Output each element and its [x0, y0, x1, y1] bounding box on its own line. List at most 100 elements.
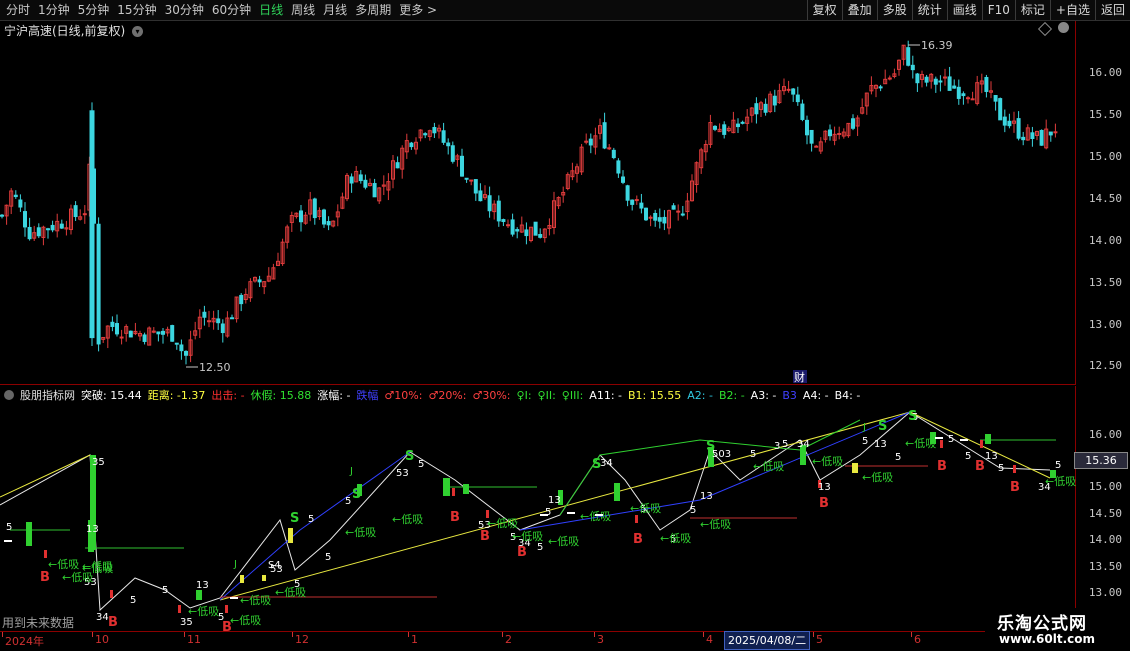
candle-body	[496, 200, 501, 222]
candle-body	[89, 110, 95, 339]
low-buy-label: ←低吸	[392, 513, 423, 526]
candle-body	[639, 202, 644, 209]
candle-body	[878, 86, 883, 89]
signal-number: 34	[797, 439, 810, 450]
low-buy-label: ←低吸	[487, 517, 518, 530]
red-marker	[225, 605, 228, 613]
candle-body	[46, 228, 50, 231]
watermark-site: 乐淘公式网	[997, 614, 1087, 634]
candle-body	[501, 219, 506, 223]
candle-body	[680, 213, 685, 216]
indicator-bar	[240, 575, 244, 583]
signal-number: 35	[92, 457, 105, 468]
low-buy-label: ←低吸	[700, 518, 731, 531]
candle-body	[634, 199, 639, 202]
indicator-y-tick: 14.50	[1088, 507, 1122, 520]
date-label: 5	[816, 633, 823, 646]
candle-body	[23, 211, 27, 228]
candle-body	[96, 223, 101, 345]
candle-body	[662, 216, 667, 224]
candle-body	[588, 138, 593, 146]
candle-body	[432, 127, 437, 134]
candle-body	[184, 350, 188, 356]
indicator-y-tick: 13.00	[1088, 586, 1122, 599]
signal-number: 5	[1055, 460, 1061, 471]
signal-number: 5	[895, 452, 901, 463]
signal-number: 34	[600, 458, 613, 469]
candle-body	[533, 221, 538, 236]
candle-body	[142, 334, 147, 342]
sell-signal: S	[592, 457, 601, 472]
main-y-tick: 12.50	[1088, 359, 1122, 372]
candle-body	[1021, 136, 1026, 141]
candle-body	[372, 183, 377, 198]
main-y-tick: 15.50	[1088, 108, 1122, 121]
buy-signal: B	[975, 459, 985, 474]
candle-body	[616, 160, 621, 174]
sell-signal: S	[405, 449, 414, 464]
candle-body	[450, 145, 455, 162]
signal-number: 5	[782, 439, 788, 450]
toolbar-button-8[interactable]: 返回	[1094, 0, 1130, 20]
candle-body	[648, 216, 653, 219]
indicator-bar	[463, 484, 469, 494]
low-buy-label: ←低吸	[48, 558, 79, 571]
signal-number: 5	[345, 496, 351, 507]
candle-body	[611, 149, 616, 159]
candle-body	[938, 80, 943, 83]
candle-body	[795, 94, 800, 103]
candle-body	[671, 205, 676, 210]
candle-body	[13, 194, 18, 198]
candle-body	[800, 103, 805, 120]
signal-number: 5	[537, 542, 543, 553]
candle-body	[469, 179, 474, 182]
candle-body	[18, 199, 23, 208]
low-buy-label: ←低吸	[82, 562, 113, 575]
candle-body	[906, 47, 911, 66]
candle-body	[1007, 120, 1012, 127]
candle-body	[395, 162, 400, 169]
chart-canvas: 16.3912.50财5351353345535135S453555553553…	[0, 39, 1076, 631]
candle-body	[676, 210, 681, 213]
date-tick	[911, 632, 912, 637]
candle-body	[27, 226, 32, 240]
candle-body	[174, 342, 179, 345]
signal-number: 3	[774, 441, 780, 452]
red-marker	[110, 590, 113, 598]
candle-body	[349, 176, 354, 184]
date-label: 3	[597, 633, 604, 646]
finance-marker: 财	[794, 370, 805, 384]
red-marker	[940, 440, 943, 448]
candle-body	[82, 213, 87, 216]
signal-number: 53	[396, 468, 409, 479]
candle-body	[933, 78, 938, 85]
date-label: 10	[95, 633, 109, 646]
signal-number: 5	[308, 514, 314, 525]
date-tick	[502, 632, 503, 637]
candle-body	[786, 88, 791, 91]
red-marker	[178, 605, 181, 613]
candle-body	[791, 88, 796, 95]
buy-signal: B	[937, 459, 947, 474]
low-buy-label: ←低吸	[240, 594, 271, 607]
candle-body	[119, 336, 124, 339]
candle-body	[115, 323, 119, 335]
candle-body	[984, 76, 989, 92]
candle-body	[993, 95, 998, 102]
candle-body	[128, 330, 133, 338]
buy-signal: B	[819, 496, 829, 511]
candle-body	[763, 103, 768, 113]
candle-body	[73, 205, 78, 218]
indicator-bar	[26, 522, 32, 546]
candle-body	[446, 142, 451, 147]
signal-number: 5	[690, 505, 696, 516]
date-tick	[813, 632, 814, 637]
trend-line-blue	[519, 411, 911, 531]
candle-body	[772, 95, 777, 106]
candle-body	[179, 344, 184, 352]
candle-body	[423, 133, 428, 136]
buy-signal: B	[633, 532, 643, 547]
candle-body	[524, 229, 529, 237]
candle-body	[713, 125, 717, 130]
candle-body	[478, 190, 483, 202]
